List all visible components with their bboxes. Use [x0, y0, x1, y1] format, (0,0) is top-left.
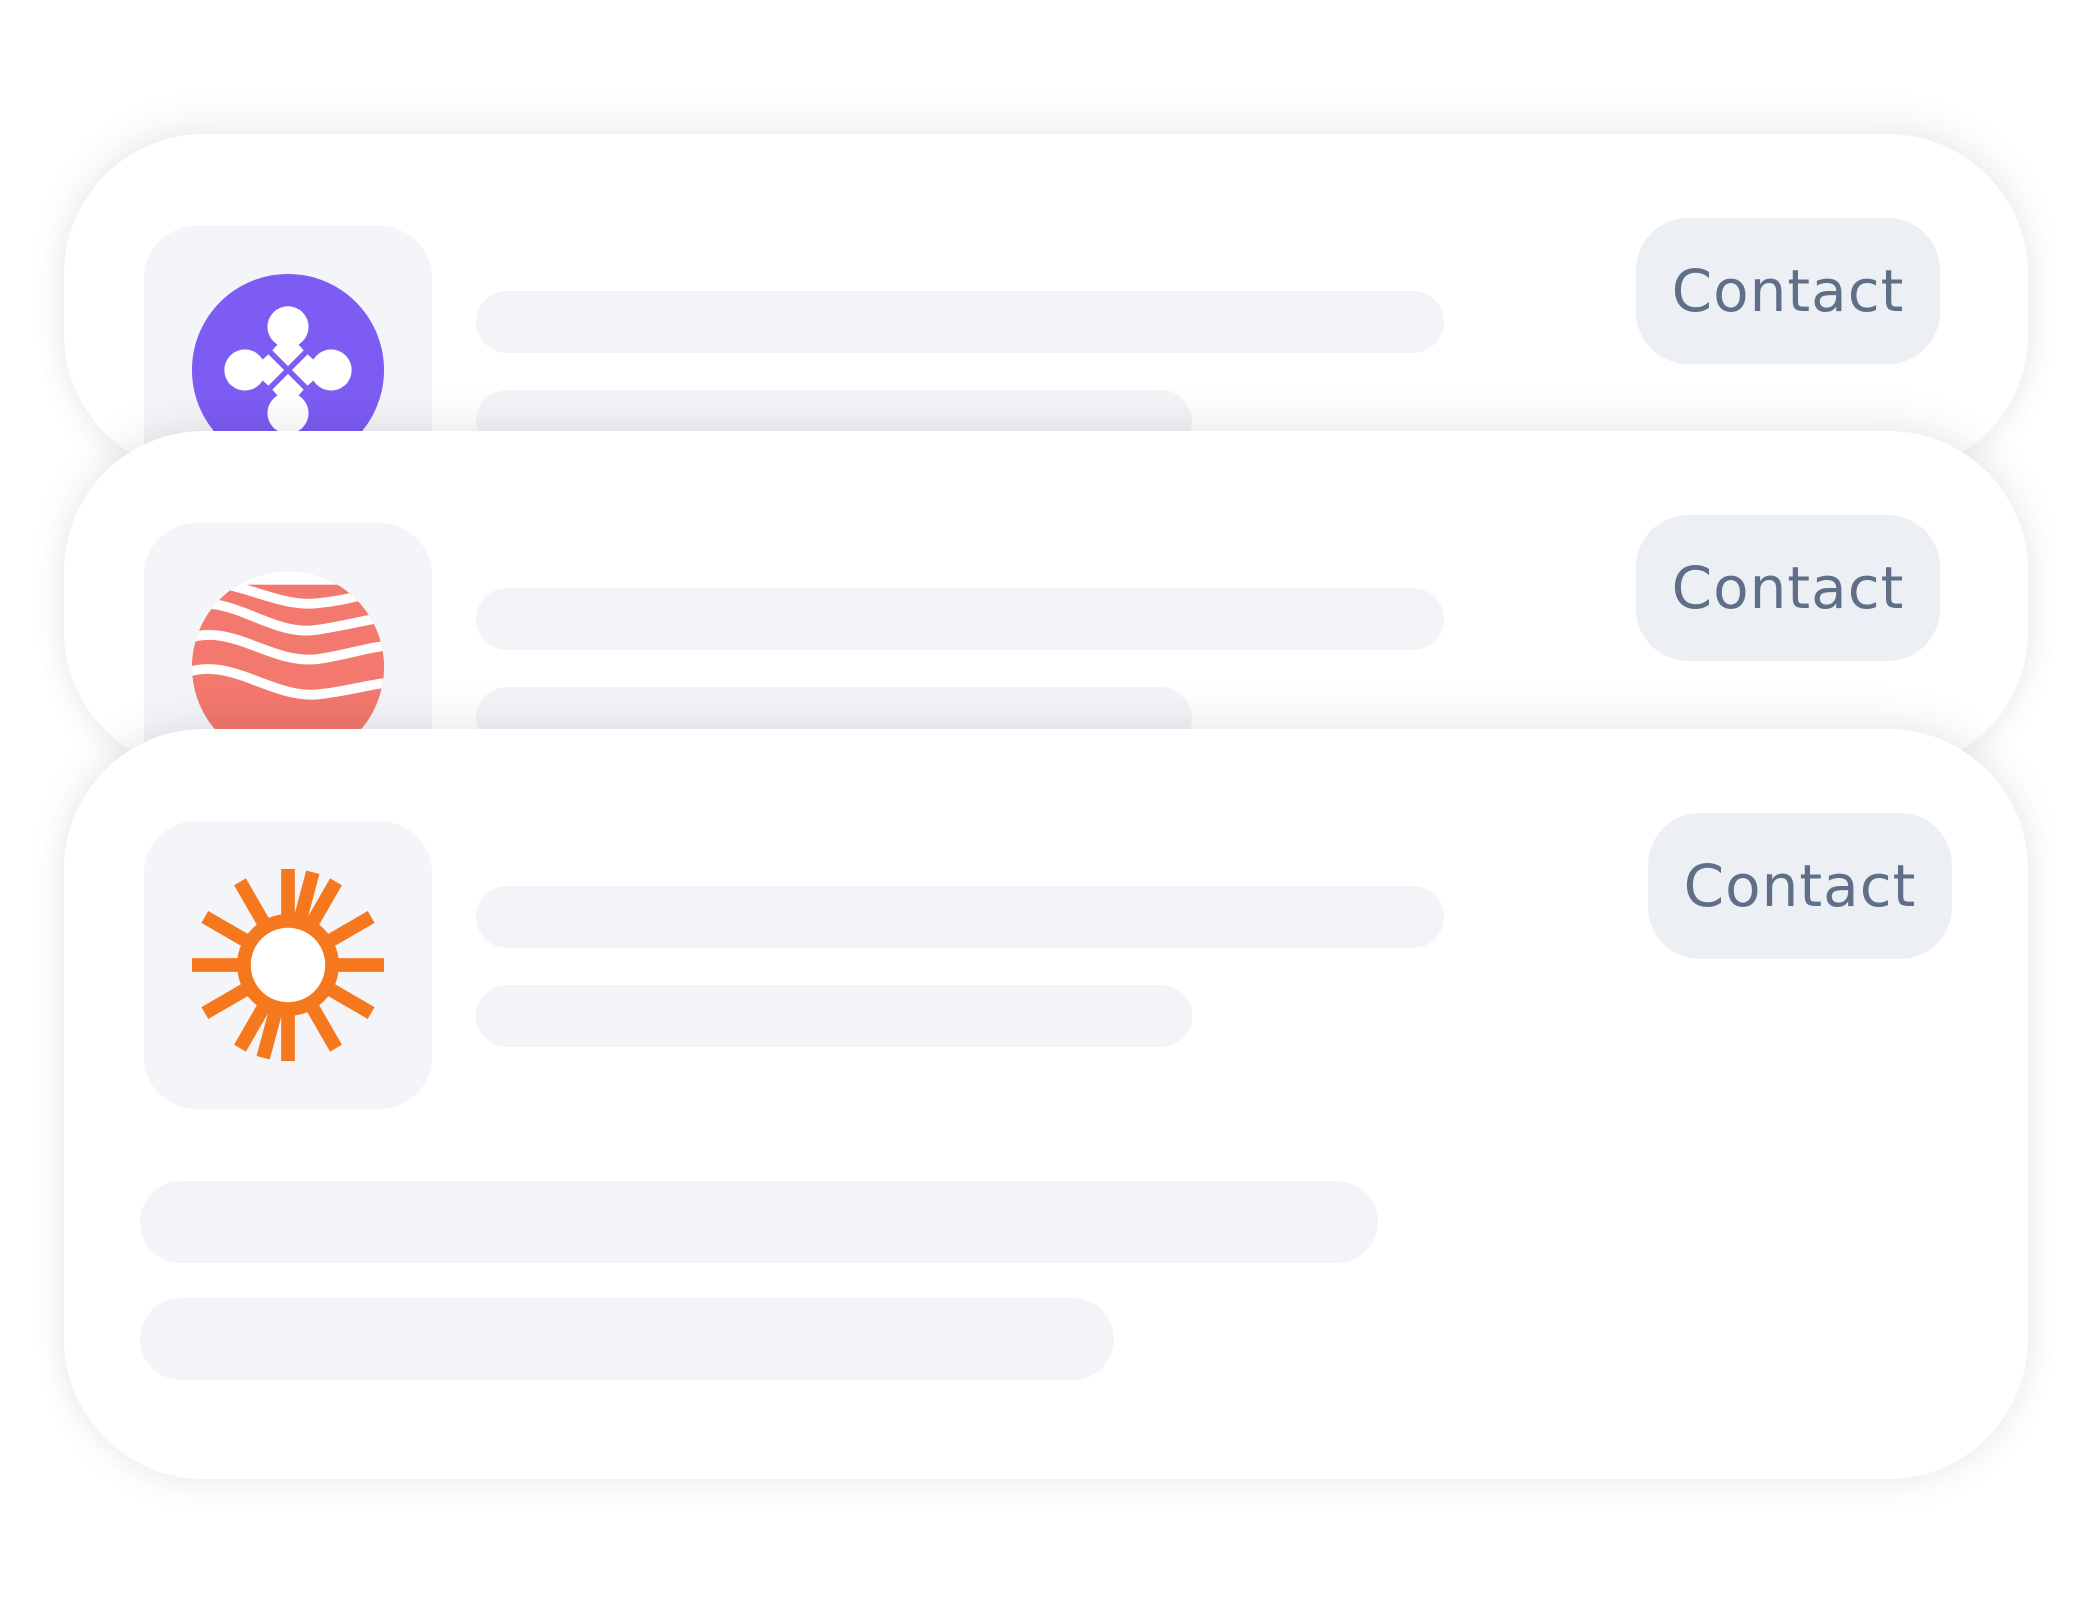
contact-button[interactable]: Contact — [1648, 813, 1952, 959]
description-placeholder-bar — [140, 1181, 1378, 1263]
subtitle-placeholder-bar — [476, 985, 1192, 1047]
name-placeholder-bar — [476, 291, 1444, 353]
company-logo — [144, 821, 432, 1109]
description-placeholder-bar — [140, 1298, 1114, 1380]
contact-button[interactable]: Contact — [1636, 515, 1940, 661]
sunburst-icon — [191, 868, 385, 1062]
contact-card-1: Contact — [64, 134, 2028, 474]
name-placeholder-bar — [476, 588, 1444, 650]
contact-button[interactable]: Contact — [1636, 218, 1940, 364]
contact-card-3: Contact — [64, 729, 2028, 1479]
name-placeholder-bar — [476, 886, 1444, 948]
contact-card-2: Contact — [64, 431, 2028, 771]
